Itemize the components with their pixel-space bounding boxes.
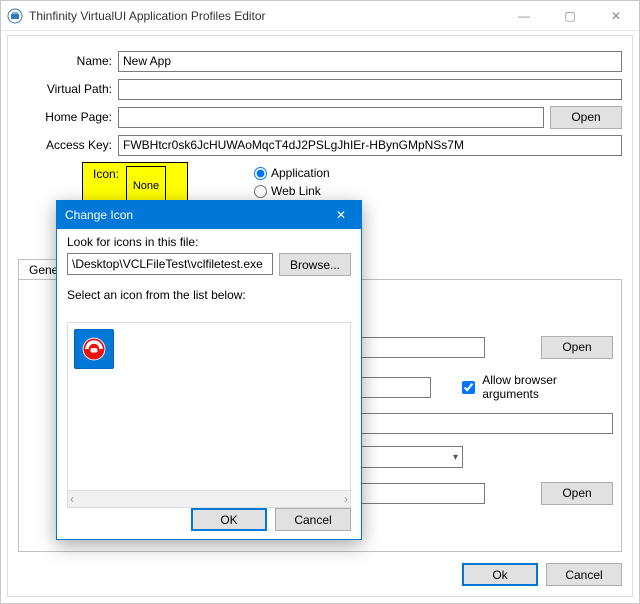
dialog-body: Look for icons in this file: Browse... S… bbox=[67, 235, 351, 499]
dialog-cancel-button[interactable]: Cancel bbox=[275, 508, 351, 531]
virtualpath-label: Virtual Path: bbox=[18, 82, 118, 96]
main-buttons: Ok Cancel bbox=[462, 563, 622, 586]
radio-weblink[interactable] bbox=[254, 185, 267, 198]
window-title: Thinfinity VirtualUI Application Profile… bbox=[29, 9, 501, 23]
icon-list[interactable]: ‹ › bbox=[67, 322, 351, 508]
browse-button[interactable]: Browse... bbox=[279, 253, 351, 276]
name-label: Name: bbox=[18, 54, 118, 68]
homepage-label: Home Page: bbox=[18, 110, 118, 124]
dialog-close-button[interactable]: ✕ bbox=[321, 208, 361, 222]
titlebar: Thinfinity VirtualUI Application Profile… bbox=[1, 1, 639, 31]
icon-list-scrollbar[interactable]: ‹ › bbox=[68, 490, 350, 507]
change-icon-dialog: Change Icon ✕ Look for icons in this fil… bbox=[56, 200, 362, 540]
name-input[interactable] bbox=[118, 51, 622, 72]
allow-browser-args-input[interactable] bbox=[462, 381, 475, 394]
accesskey-label: Access Key: bbox=[18, 138, 118, 152]
radio-application-label: Application bbox=[271, 166, 330, 180]
radio-application[interactable] bbox=[254, 167, 267, 180]
icon-list-item-selected[interactable] bbox=[74, 329, 114, 369]
allow-browser-args-checkbox[interactable]: Allow browser arguments bbox=[458, 373, 613, 401]
allow-browser-args-label: Allow browser arguments bbox=[482, 373, 613, 401]
dialog-buttons: OK Cancel bbox=[191, 508, 351, 531]
radio-weblink-label: Web Link bbox=[271, 184, 321, 198]
virtualpath-input[interactable] bbox=[118, 79, 622, 100]
type-radios: Application Web Link bbox=[254, 164, 330, 200]
dialog-ok-button[interactable]: OK bbox=[191, 508, 267, 531]
main-cancel-button[interactable]: Cancel bbox=[546, 563, 622, 586]
icon-file-path-input[interactable] bbox=[67, 253, 273, 275]
tabpanel-input-3[interactable] bbox=[345, 413, 613, 434]
chevron-down-icon: ▾ bbox=[453, 452, 458, 463]
scroll-left-icon[interactable]: ‹ bbox=[70, 492, 74, 506]
maximize-button[interactable]: ▢ bbox=[547, 1, 593, 30]
helmet-icon bbox=[80, 335, 108, 363]
homepage-open-button[interactable]: Open bbox=[550, 106, 622, 129]
main-ok-button[interactable]: Ok bbox=[462, 563, 538, 586]
scroll-right-icon[interactable]: › bbox=[344, 492, 348, 506]
dialog-titlebar: Change Icon ✕ bbox=[57, 201, 361, 229]
tabpanel-input-4[interactable] bbox=[345, 483, 485, 504]
tabpanel-open-button-2[interactable]: Open bbox=[541, 482, 613, 505]
lookfor-label: Look for icons in this file: bbox=[67, 235, 351, 249]
select-icon-label: Select an icon from the list below: bbox=[67, 288, 351, 302]
close-button[interactable]: ✕ bbox=[593, 1, 639, 30]
dialog-title: Change Icon bbox=[65, 208, 321, 222]
tabpanel-open-button-1[interactable]: Open bbox=[541, 336, 613, 359]
accesskey-input[interactable] bbox=[118, 135, 622, 156]
app-icon bbox=[7, 8, 23, 24]
tabpanel-select[interactable]: ▾ bbox=[345, 446, 463, 468]
minimize-button[interactable]: — bbox=[501, 1, 547, 30]
homepage-input[interactable] bbox=[118, 107, 544, 128]
tabpanel-input-1[interactable] bbox=[345, 337, 485, 358]
window-buttons: — ▢ ✕ bbox=[501, 1, 639, 30]
